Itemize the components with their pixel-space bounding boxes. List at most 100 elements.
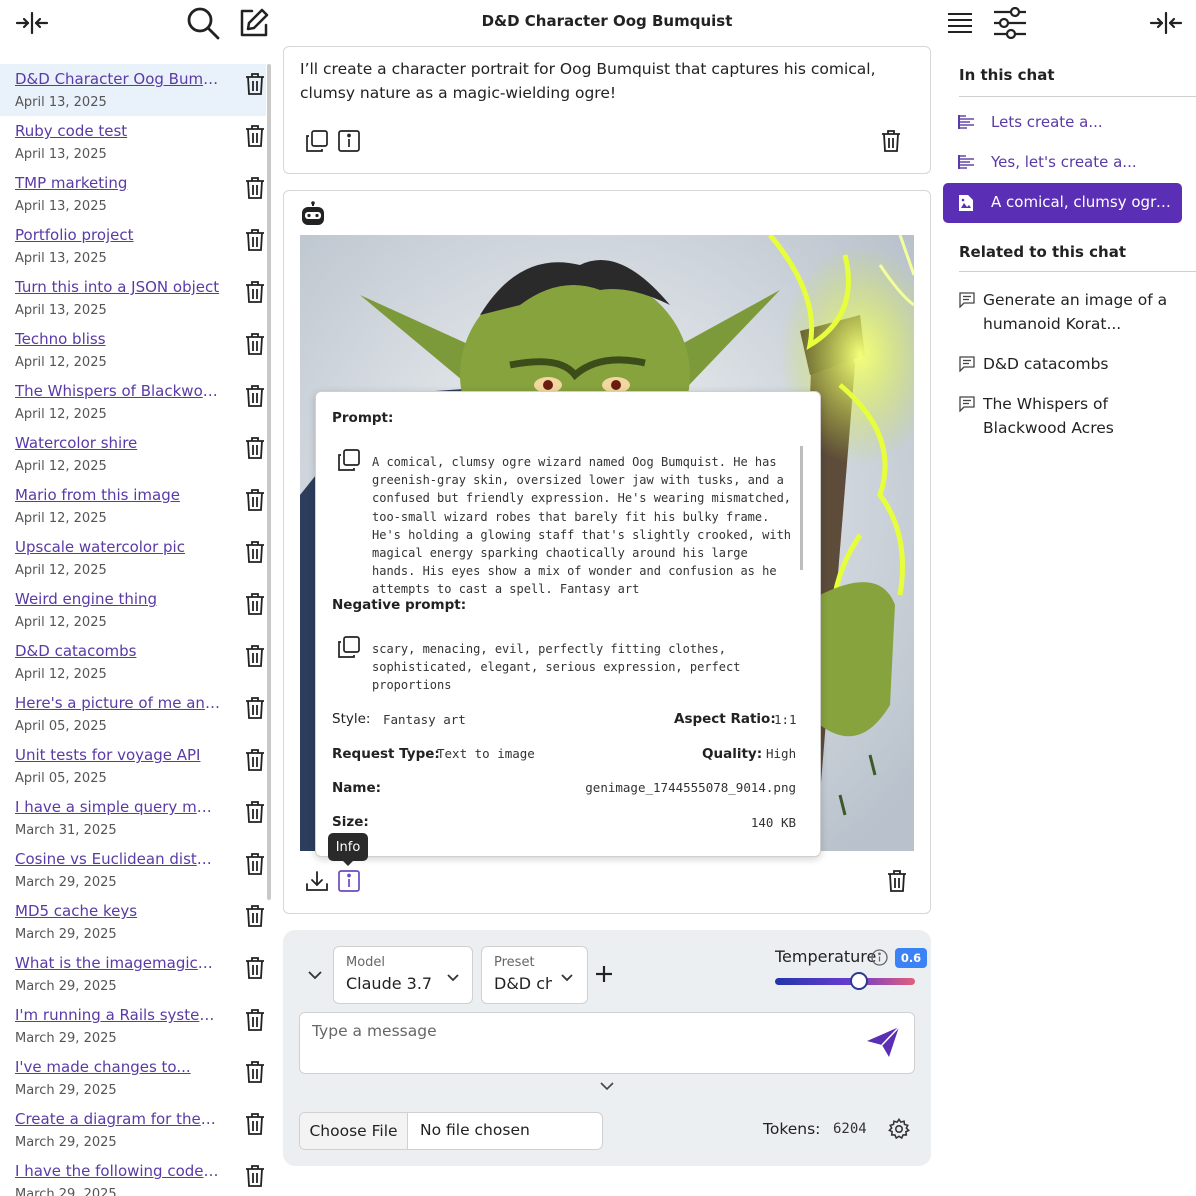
conversation-item[interactable]: What is the imagemagick command March 29,… — [0, 948, 266, 1000]
conversation-item[interactable]: Unit tests for voyage API April 05, 2025 — [0, 740, 266, 792]
conversation-title[interactable]: Portfolio project — [15, 226, 220, 244]
conversation-title[interactable]: MD5 cache keys — [15, 902, 220, 920]
delete-conversation-icon[interactable] — [244, 384, 266, 408]
delete-conversation-icon[interactable] — [244, 748, 266, 772]
conversation-title[interactable]: Turn this into a JSON object — [15, 278, 220, 296]
conversation-title[interactable]: Weird engine thing — [15, 590, 220, 608]
conversation-item[interactable]: Watercolor shire April 12, 2025 — [0, 428, 266, 480]
conversation-title[interactable]: TMP marketing — [15, 174, 220, 192]
delete-conversation-icon[interactable] — [244, 72, 266, 96]
preset-select[interactable]: Preset D&D character — [481, 946, 588, 1004]
conversation-item[interactable]: D&D catacombs April 12, 2025 — [0, 636, 266, 688]
conversation-title[interactable]: What is the imagemagick command — [15, 954, 220, 972]
delete-conversation-icon[interactable] — [244, 1112, 266, 1136]
collapse-input-chevron-icon[interactable] — [598, 1080, 616, 1092]
conversation-item[interactable]: Techno bliss April 12, 2025 — [0, 324, 266, 376]
delete-conversation-icon[interactable] — [244, 1164, 266, 1188]
conversation-title[interactable]: Techno bliss — [15, 330, 220, 348]
delete-conversation-icon[interactable] — [244, 540, 266, 564]
delete-conversation-icon[interactable] — [244, 592, 266, 616]
prompt-scrollbar[interactable] — [800, 446, 803, 570]
in-chat-item[interactable]: Yes, let's create a... — [943, 143, 1182, 183]
conversation-title[interactable]: Here's a picture of me and my friends — [15, 694, 220, 712]
in-chat-item[interactable]: A comical, clumsy ogre wizard — [943, 183, 1182, 223]
conversation-item[interactable]: Here's a picture of me and my friends Apr… — [0, 688, 266, 740]
temperature-slider-thumb[interactable] — [850, 972, 868, 990]
choose-file-button[interactable]: Choose File — [300, 1113, 408, 1149]
conversation-title[interactable]: Watercolor shire — [15, 434, 220, 452]
conversation-item[interactable]: I've made changes to... March 29, 2025 — [0, 1052, 266, 1104]
conversation-item[interactable]: Portfolio project April 13, 2025 — [0, 220, 266, 272]
copy-icon[interactable] — [304, 128, 330, 154]
conversation-item[interactable]: The Whispers of Blackwood Acres April 12,… — [0, 376, 266, 428]
temperature-info-icon[interactable] — [871, 949, 888, 966]
delete-conversation-icon[interactable] — [244, 696, 266, 720]
delete-conversation-icon[interactable] — [244, 176, 266, 200]
search-icon[interactable] — [185, 5, 221, 41]
image-info-icon[interactable] — [336, 868, 362, 894]
copy-prompt-icon[interactable] — [336, 447, 362, 473]
conversation-title[interactable]: I have a simple query model — [15, 798, 220, 816]
conversation-item[interactable]: I have a simple query model March 31, 202… — [0, 792, 266, 844]
file-input[interactable]: Choose File No file chosen — [299, 1112, 603, 1150]
expand-options-chevron-icon[interactable] — [305, 968, 325, 984]
conversation-title[interactable]: The Whispers of Blackwood Acres — [15, 382, 220, 400]
conversation-item[interactable]: Upscale watercolor pic April 12, 2025 — [0, 532, 266, 584]
conversation-item[interactable]: TMP marketing April 13, 2025 — [0, 168, 266, 220]
conversation-item[interactable]: I'm running a Rails system test March 29,… — [0, 1000, 266, 1052]
delete-conversation-icon[interactable] — [244, 956, 266, 980]
temperature-slider[interactable] — [775, 978, 915, 985]
delete-conversation-icon[interactable] — [244, 488, 266, 512]
delete-conversation-icon[interactable] — [244, 280, 266, 304]
conversation-title[interactable]: Unit tests for voyage API — [15, 746, 220, 764]
conversation-item[interactable]: Turn this into a JSON object April 13, 20… — [0, 272, 266, 324]
delete-conversation-icon[interactable] — [244, 1060, 266, 1084]
new-chat-icon[interactable] — [236, 5, 272, 41]
size-label: Size: — [332, 814, 369, 830]
menu-icon[interactable] — [942, 5, 978, 41]
download-icon[interactable] — [304, 868, 330, 894]
delete-conversation-icon[interactable] — [244, 228, 266, 252]
conversation-title[interactable]: I'm running a Rails system test — [15, 1006, 220, 1024]
send-icon[interactable] — [864, 1025, 902, 1061]
conversation-title[interactable]: I've made changes to... — [15, 1058, 220, 1076]
collapse-sidebar-icon[interactable] — [14, 5, 50, 41]
info-icon[interactable] — [336, 128, 362, 154]
in-chat-item[interactable]: Lets create a... — [943, 103, 1182, 143]
conversation-item[interactable]: D&D Character Oog Bumquist April 13, 2025 — [0, 64, 266, 116]
conversation-item[interactable]: Cosine vs Euclidean distance March 29, 20… — [0, 844, 266, 896]
sidebar-scrollbar[interactable] — [267, 64, 271, 900]
settings-sliders-icon[interactable] — [992, 5, 1028, 41]
delete-conversation-icon[interactable] — [244, 436, 266, 460]
copy-negative-prompt-icon[interactable] — [336, 634, 362, 660]
delete-conversation-icon[interactable] — [244, 800, 266, 824]
conversation-title[interactable]: Cosine vs Euclidean distance — [15, 850, 220, 868]
conversation-item[interactable]: Mario from this image April 12, 2025 — [0, 480, 266, 532]
conversation-title[interactable]: Create a diagram for the project — [15, 1110, 220, 1128]
conversation-title[interactable]: Mario from this image — [15, 486, 220, 504]
delete-image-icon[interactable] — [884, 868, 910, 894]
conversation-date: April 12, 2025 — [15, 407, 107, 422]
conversation-title[interactable]: Upscale watercolor pic — [15, 538, 220, 556]
conversation-title[interactable]: D&D catacombs — [15, 642, 220, 660]
conversation-item[interactable]: I have the following code file March 29, … — [0, 1156, 266, 1196]
delete-conversation-icon[interactable] — [244, 904, 266, 928]
conversation-item[interactable]: MD5 cache keys March 29, 2025 — [0, 896, 266, 948]
conversation-title[interactable]: I have the following code file — [15, 1162, 220, 1180]
conversation-title[interactable]: D&D Character Oog Bumquist — [15, 70, 220, 88]
delete-conversation-icon[interactable] — [244, 644, 266, 668]
delete-conversation-icon[interactable] — [244, 332, 266, 356]
delete-message-icon[interactable] — [878, 128, 904, 154]
conversation-item[interactable]: Ruby code test April 13, 2025 — [0, 116, 266, 168]
gear-icon[interactable] — [887, 1117, 911, 1142]
model-select[interactable]: Model Claude 3.7 Sonnet — [333, 946, 473, 1004]
delete-conversation-icon[interactable] — [244, 124, 266, 148]
message-input[interactable]: Type a message — [299, 1012, 915, 1074]
conversation-item[interactable]: Create a diagram for the project March 29… — [0, 1104, 266, 1156]
delete-conversation-icon[interactable] — [244, 1008, 266, 1032]
conversation-title[interactable]: Ruby code test — [15, 122, 220, 140]
delete-conversation-icon[interactable] — [244, 852, 266, 876]
add-preset-plus-icon[interactable] — [594, 964, 614, 984]
conversation-item[interactable]: Weird engine thing April 12, 2025 — [0, 584, 266, 636]
collapse-right-panel-icon[interactable] — [1148, 5, 1184, 41]
